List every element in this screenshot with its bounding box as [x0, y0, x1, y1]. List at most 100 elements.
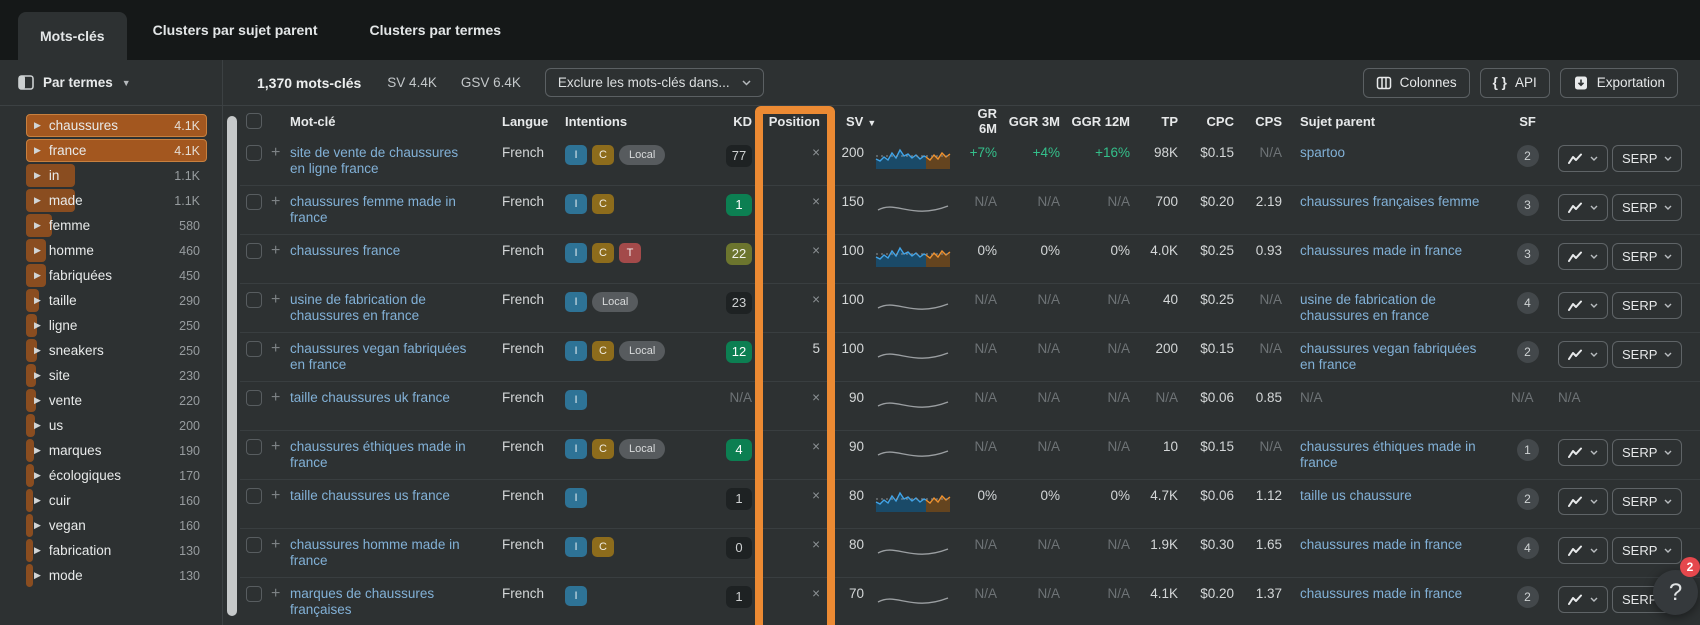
- table-scrollbar[interactable]: [227, 116, 237, 616]
- serp-button[interactable]: SERP: [1612, 537, 1682, 564]
- expand-arrow-icon[interactable]: ▶: [34, 395, 41, 406]
- add-icon[interactable]: +: [271, 194, 280, 210]
- keyword-link[interactable]: marques de chaussures françaises: [290, 586, 434, 617]
- sidebar-term-item[interactable]: ▶ ligne 250: [0, 313, 222, 338]
- position-history-button[interactable]: [1558, 341, 1608, 368]
- expand-arrow-icon[interactable]: ▶: [34, 270, 41, 281]
- sujet-parent-link[interactable]: spartoo: [1300, 145, 1345, 160]
- expand-arrow-icon[interactable]: ▶: [34, 570, 41, 581]
- add-icon[interactable]: +: [271, 439, 280, 455]
- header-cps[interactable]: CPS: [1242, 114, 1290, 129]
- sidebar-term-item[interactable]: ▶ mode 130: [0, 563, 222, 588]
- header-ggr3m[interactable]: GGR 3M: [1005, 114, 1068, 129]
- serp-button[interactable]: SERP: [1612, 292, 1682, 319]
- add-icon[interactable]: +: [271, 586, 280, 602]
- add-icon[interactable]: +: [271, 243, 280, 259]
- expand-arrow-icon[interactable]: ▶: [34, 170, 41, 181]
- keyword-link[interactable]: chaussures homme made in france: [290, 537, 460, 568]
- exclude-keywords-select[interactable]: Exclure les mots-clés dans...: [545, 68, 764, 97]
- columns-button[interactable]: Colonnes: [1363, 68, 1470, 98]
- expand-arrow-icon[interactable]: ▶: [34, 245, 41, 256]
- keyword-link[interactable]: taille chaussures us france: [290, 488, 450, 503]
- expand-arrow-icon[interactable]: ▶: [34, 420, 41, 431]
- keyword-link[interactable]: chaussures vegan fabriquées en france: [290, 341, 466, 372]
- header-tp[interactable]: TP: [1138, 114, 1186, 129]
- expand-arrow-icon[interactable]: ▶: [34, 520, 41, 531]
- header-cpc[interactable]: CPC: [1186, 114, 1242, 129]
- sidebar-term-item[interactable]: ▶ site 230: [0, 363, 222, 388]
- expand-arrow-icon[interactable]: ▶: [34, 220, 41, 231]
- expand-arrow-icon[interactable]: ▶: [34, 195, 41, 206]
- sujet-parent-link[interactable]: chaussures françaises femme: [1300, 194, 1479, 209]
- tab-clusters-termes[interactable]: Clusters par termes: [344, 0, 528, 60]
- sidebar-term-item[interactable]: ▶ sneakers 250: [0, 338, 222, 363]
- header-sv[interactable]: SV▼: [834, 114, 872, 129]
- expand-arrow-icon[interactable]: ▶: [34, 320, 41, 331]
- serp-button[interactable]: SERP: [1612, 488, 1682, 515]
- serp-button[interactable]: SERP: [1612, 145, 1682, 172]
- sujet-parent-link[interactable]: chaussures made in france: [1300, 537, 1462, 552]
- expand-arrow-icon[interactable]: ▶: [34, 545, 41, 556]
- sidebar-term-item[interactable]: ▶ us 200: [0, 413, 222, 438]
- sidebar-term-item[interactable]: ▶ vegan 160: [0, 513, 222, 538]
- position-history-button[interactable]: [1558, 194, 1608, 221]
- row-checkbox[interactable]: [246, 194, 262, 210]
- expand-arrow-icon[interactable]: ▶: [34, 345, 41, 356]
- sidebar-term-item[interactable]: ▶ chaussures 4.1K: [0, 113, 222, 138]
- sidebar-term-item[interactable]: ▶ vente 220: [0, 388, 222, 413]
- position-history-button[interactable]: [1558, 243, 1608, 270]
- expand-arrow-icon[interactable]: ▶: [34, 295, 41, 306]
- sidebar-term-item[interactable]: ▶ fabrication 130: [0, 538, 222, 563]
- tab-clusters-sujet-parent[interactable]: Clusters par sujet parent: [127, 0, 344, 60]
- sujet-parent-link[interactable]: chaussures made in france: [1300, 243, 1462, 258]
- serp-button[interactable]: SERP: [1612, 341, 1682, 368]
- position-history-button[interactable]: [1558, 145, 1608, 172]
- keyword-link[interactable]: chaussures france: [290, 243, 400, 258]
- keyword-link[interactable]: usine de fabrication de chaussures en fr…: [290, 292, 426, 323]
- keyword-link[interactable]: chaussures éthiques made in france: [290, 439, 466, 470]
- serp-button[interactable]: SERP: [1612, 194, 1682, 221]
- header-sujet-parent[interactable]: Sujet parent: [1290, 114, 1505, 129]
- position-history-button[interactable]: [1558, 586, 1608, 613]
- header-kd[interactable]: KD: [714, 114, 756, 129]
- add-icon[interactable]: +: [271, 145, 280, 161]
- expand-arrow-icon[interactable]: ▶: [34, 470, 41, 481]
- sidebar-term-item[interactable]: ▶ écologiques 170: [0, 463, 222, 488]
- expand-arrow-icon[interactable]: ▶: [34, 120, 41, 131]
- row-checkbox[interactable]: [246, 292, 262, 308]
- position-history-button[interactable]: [1558, 292, 1608, 319]
- sidebar-term-item[interactable]: ▶ homme 460: [0, 238, 222, 263]
- serp-button[interactable]: SERP: [1612, 439, 1682, 466]
- row-checkbox[interactable]: [246, 390, 262, 406]
- keyword-link[interactable]: site de vente de chaussures en ligne fra…: [290, 145, 458, 176]
- row-checkbox[interactable]: [246, 439, 262, 455]
- sidebar-toolbar[interactable]: Par termes ▼: [0, 60, 222, 105]
- row-checkbox[interactable]: [246, 537, 262, 553]
- add-icon[interactable]: +: [271, 292, 280, 308]
- header-langue[interactable]: Langue: [486, 114, 560, 129]
- select-all-checkbox[interactable]: [246, 113, 262, 129]
- sidebar-term-item[interactable]: ▶ france 4.1K: [0, 138, 222, 163]
- sujet-parent-link[interactable]: chaussures made in france: [1300, 586, 1462, 601]
- tab-mots-cles[interactable]: Mots-clés: [18, 12, 127, 60]
- sujet-parent-link[interactable]: chaussures vegan fabriquées en france: [1300, 341, 1476, 372]
- row-checkbox[interactable]: [246, 488, 262, 504]
- add-icon[interactable]: +: [271, 390, 280, 406]
- row-checkbox[interactable]: [246, 243, 262, 259]
- row-checkbox[interactable]: [246, 341, 262, 357]
- header-sf[interactable]: SF: [1505, 114, 1550, 129]
- position-history-button[interactable]: [1558, 488, 1608, 515]
- sujet-parent-link[interactable]: taille us chaussure: [1300, 488, 1412, 503]
- sujet-parent-link[interactable]: chaussures éthiques made in france: [1300, 439, 1476, 470]
- sidebar-term-item[interactable]: ▶ in 1.1K: [0, 163, 222, 188]
- expand-arrow-icon[interactable]: ▶: [34, 370, 41, 381]
- sujet-parent-link[interactable]: usine de fabrication de chaussures en fr…: [1300, 292, 1436, 323]
- sidebar-term-item[interactable]: ▶ cuir 160: [0, 488, 222, 513]
- sidebar-term-item[interactable]: ▶ taille 290: [0, 288, 222, 313]
- header-position[interactable]: Position: [756, 114, 834, 129]
- add-icon[interactable]: +: [271, 341, 280, 357]
- add-icon[interactable]: +: [271, 488, 280, 504]
- position-history-button[interactable]: [1558, 537, 1608, 564]
- sidebar-term-item[interactable]: ▶ made 1.1K: [0, 188, 222, 213]
- expand-arrow-icon[interactable]: ▶: [34, 145, 41, 156]
